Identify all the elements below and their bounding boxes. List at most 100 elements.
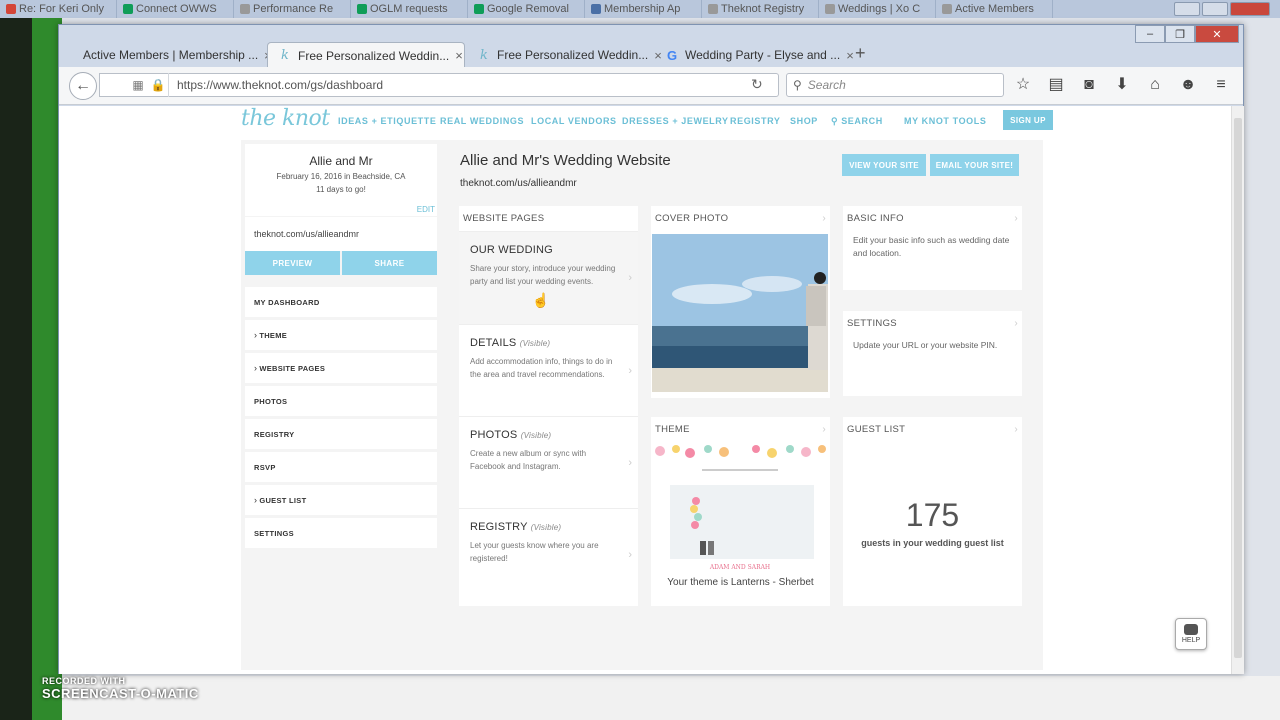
settings-desc: Update your URL or your website PIN. bbox=[853, 340, 998, 350]
minimize-button[interactable]: – bbox=[1135, 25, 1165, 43]
close-icon[interactable]: × bbox=[846, 48, 854, 63]
maximize-button[interactable]: ❐ bbox=[1165, 25, 1195, 43]
cover-photo-card[interactable]: COVER PHOTO › bbox=[651, 206, 830, 398]
website-page-item[interactable]: REGISTRY (Visible) Let your guests know w… bbox=[459, 508, 638, 600]
sidebar-item-guest-list[interactable]: › GUEST LIST bbox=[245, 485, 437, 515]
bookmark-star-icon[interactable]: ☆ bbox=[1014, 76, 1032, 94]
preview-button[interactable]: PREVIEW bbox=[245, 251, 340, 275]
sidebar-item-photos[interactable]: PHOTOS bbox=[245, 386, 437, 416]
visibility-tag: (Visible) bbox=[530, 523, 562, 532]
theme-preview[interactable]: ADAM AND SARAH bbox=[652, 443, 828, 571]
background-tab-label: Active Members bbox=[955, 3, 1034, 15]
window-close-button[interactable]: ✕ bbox=[1195, 25, 1239, 43]
url-text[interactable]: https://www.theknot.com/gs/dashboard bbox=[168, 73, 778, 97]
sidebar-item-my-dashboard[interactable]: MY DASHBOARD bbox=[245, 287, 437, 317]
background-tab[interactable]: Performance Re bbox=[234, 0, 351, 18]
theme-card[interactable]: THEME › ADAM AND SARAH Your theme is Lan… bbox=[651, 417, 830, 606]
website-page-item[interactable]: DETAILS (Visible) Add accommodation info,… bbox=[459, 324, 638, 416]
settings-card[interactable]: SETTINGS › Update your URL or your websi… bbox=[843, 311, 1022, 396]
lock-icon[interactable]: 🔒 bbox=[148, 78, 168, 92]
chevron-right-icon: › bbox=[822, 424, 826, 435]
sidebar-item-registry[interactable]: REGISTRY bbox=[245, 419, 437, 449]
reload-icon[interactable]: ↻ bbox=[751, 76, 763, 93]
sidebar-item-website-pages[interactable]: › WEBSITE PAGES bbox=[245, 353, 437, 383]
page-icon: ▦ bbox=[132, 78, 144, 92]
tab-free-personalized-1[interactable]: k Free Personalized Weddin... × bbox=[267, 42, 465, 68]
nav-my-knot-tools[interactable]: MY KNOT TOOLS bbox=[904, 116, 986, 126]
google-icon: G bbox=[666, 47, 678, 63]
site-url[interactable]: theknot.com/us/allieandmr bbox=[245, 217, 437, 251]
beach-photo-svg bbox=[652, 234, 828, 392]
website-page-title: DETAILS (Visible) bbox=[470, 337, 628, 349]
cover-photo-image[interactable] bbox=[652, 234, 828, 392]
close-icon[interactable]: × bbox=[455, 48, 463, 63]
sidebar-item-rsvp[interactable]: RSVP bbox=[245, 452, 437, 482]
guest-list-heading-label: GUEST LIST bbox=[847, 424, 906, 435]
nav-real-weddings[interactable]: REAL WEDDINGS bbox=[440, 116, 524, 126]
background-tab[interactable]: Re: For Keri Only bbox=[0, 0, 117, 18]
couple-card: Allie and Mr February 16, 2016 in Beachs… bbox=[245, 144, 437, 216]
chevron-right-icon: › bbox=[254, 495, 258, 505]
cover-photo-heading: COVER PHOTO › bbox=[651, 206, 830, 232]
reading-list-icon[interactable]: ▤ bbox=[1047, 76, 1065, 94]
sidebar-item-settings[interactable]: SETTINGS bbox=[245, 518, 437, 548]
guest-list-card[interactable]: GUEST LIST › 175 guests in your wedding … bbox=[843, 417, 1022, 606]
background-tab[interactable]: Membership Ap bbox=[585, 0, 702, 18]
edit-link[interactable]: EDIT bbox=[417, 205, 435, 214]
guest-list-heading: GUEST LIST › bbox=[843, 417, 1022, 443]
nav-local-vendors[interactable]: LOCAL VENDORS bbox=[531, 116, 617, 126]
browser-window: Active Members | Membership ... × k Free… bbox=[58, 24, 1244, 674]
background-tab[interactable]: Theknot Registry bbox=[702, 0, 819, 18]
nav-ideas-etiquette[interactable]: IDEAS + ETIQUETTE bbox=[338, 116, 436, 126]
nav-registry[interactable]: REGISTRY bbox=[730, 116, 780, 126]
website-page-desc: Let your guests know where you are regis… bbox=[470, 541, 599, 563]
nav-search[interactable]: ⚲ SEARCH bbox=[831, 116, 883, 127]
sidebar-item-theme[interactable]: › THEME bbox=[245, 320, 437, 350]
tab-active-members[interactable]: Active Members | Membership ... × bbox=[73, 42, 272, 68]
background-tab[interactable]: Connect OWWS bbox=[117, 0, 234, 18]
pocket-icon[interactable]: ◙ bbox=[1080, 76, 1098, 94]
website-page-title: PHOTOS (Visible) bbox=[470, 429, 628, 441]
view-your-site-button[interactable]: VIEW YOUR SITE bbox=[842, 154, 926, 176]
website-page-item[interactable]: PHOTOS (Visible) Create a new album or sy… bbox=[459, 416, 638, 508]
background-tab[interactable]: Google Removal bbox=[468, 0, 585, 18]
url-bar[interactable]: ▦ 🔒 https://www.theknot.com/gs/dashboard bbox=[99, 73, 779, 97]
theme-heading-label: THEME bbox=[655, 424, 690, 435]
background-window-controls bbox=[1174, 0, 1280, 18]
background-tab-label: Google Removal bbox=[487, 3, 569, 15]
background-tab[interactable]: Active Members bbox=[936, 0, 1053, 18]
tab-wedding-party[interactable]: G Wedding Party - Elyse and ... × bbox=[655, 42, 854, 68]
website-page-item[interactable]: OUR WEDDING Share your story, introduce y… bbox=[459, 232, 638, 324]
website-page-title-label: REGISTRY bbox=[470, 521, 528, 533]
scrollbar-thumb[interactable] bbox=[1234, 118, 1242, 658]
help-button[interactable]: HELP bbox=[1175, 618, 1207, 650]
email-your-site-button[interactable]: EMAIL YOUR SITE! bbox=[930, 154, 1019, 176]
cover-photo-heading-label: COVER PHOTO bbox=[655, 213, 729, 224]
download-icon[interactable]: ⬇ bbox=[1113, 76, 1131, 94]
search-input[interactable]: ⚲ Search bbox=[786, 73, 1004, 97]
nav-search-label: SEARCH bbox=[841, 116, 883, 126]
favicon-icon bbox=[708, 4, 718, 14]
theknot-logo[interactable]: the knot bbox=[241, 106, 330, 131]
home-icon[interactable]: ⌂ bbox=[1146, 76, 1164, 94]
basic-info-card[interactable]: BASIC INFO › Edit your basic info such a… bbox=[843, 206, 1022, 290]
favicon-icon bbox=[942, 4, 952, 14]
nav-shop[interactable]: SHOP bbox=[790, 116, 818, 126]
website-page-desc: Create a new album or sync with Facebook… bbox=[470, 449, 587, 471]
nav-dresses-jewelry[interactable]: DRESSES + JEWELRY bbox=[622, 116, 729, 126]
back-button[interactable]: ← bbox=[69, 72, 97, 100]
background-tab[interactable]: OGLM requests bbox=[351, 0, 468, 18]
background-tab[interactable]: Weddings | Xo C bbox=[819, 0, 936, 18]
chevron-right-icon: › bbox=[628, 272, 632, 284]
new-tab-button[interactable]: + bbox=[855, 43, 866, 64]
share-button[interactable]: SHARE bbox=[342, 251, 437, 275]
tab-free-personalized-2[interactable]: k Free Personalized Weddin... × bbox=[467, 42, 662, 68]
page-title: Allie and Mr's Wedding Website bbox=[460, 152, 671, 169]
favicon-icon bbox=[357, 4, 367, 14]
vertical-scrollbar[interactable] bbox=[1231, 106, 1244, 674]
menu-icon[interactable]: ≡ bbox=[1212, 76, 1230, 94]
chat-icon[interactable]: ☻ bbox=[1179, 76, 1197, 94]
background-tab-label: Performance Re bbox=[253, 3, 334, 15]
sign-up-button[interactable]: SIGN UP bbox=[1003, 110, 1053, 130]
guest-count-label: guests in your wedding guest list bbox=[861, 538, 1004, 548]
